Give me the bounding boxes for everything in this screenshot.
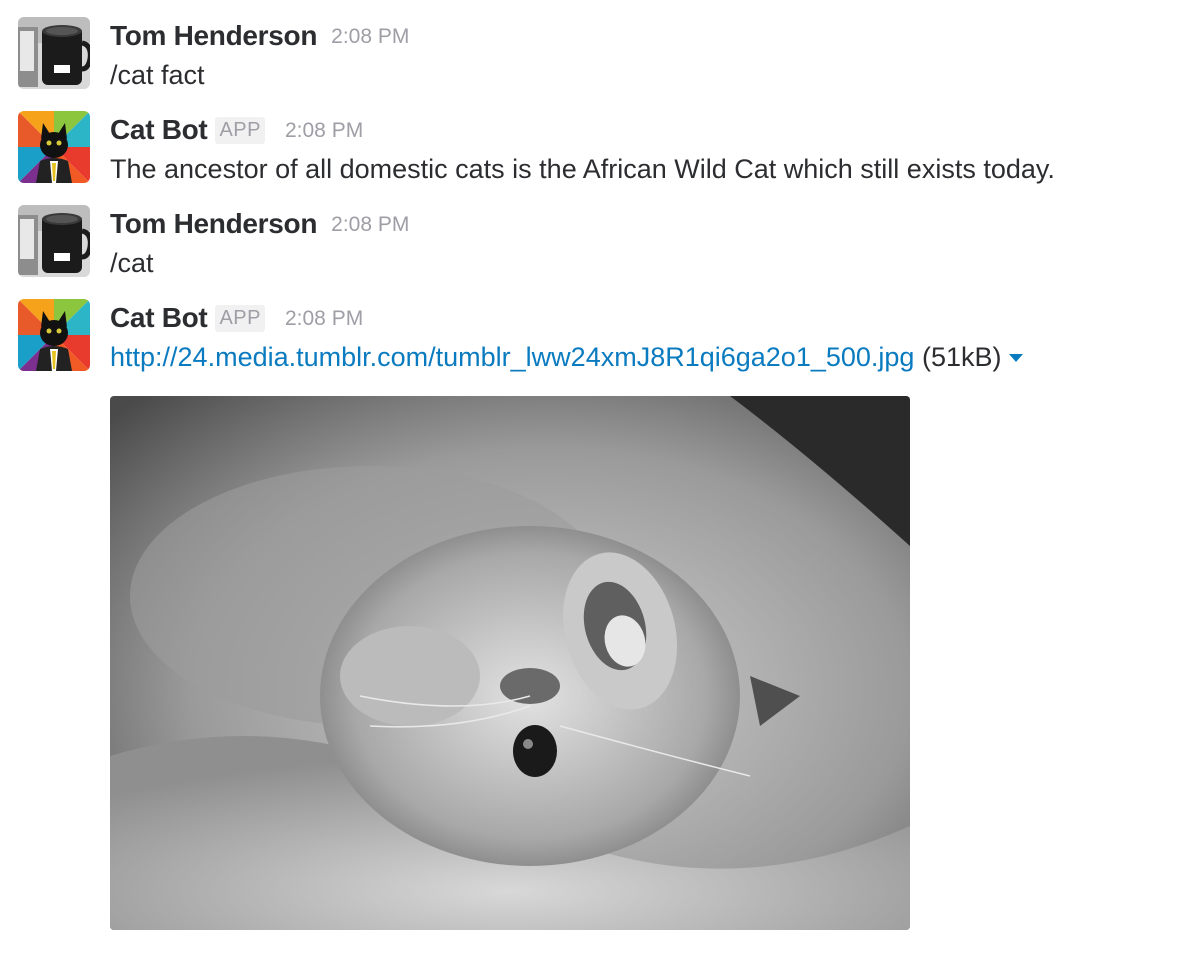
business-cat-avatar-icon [18, 299, 90, 371]
app-badge: APP [215, 117, 265, 144]
message-item: Cat Bot APP 2:08 PM The ancestor of all do… [0, 111, 1198, 194]
coffee-mug-avatar-icon [18, 205, 90, 277]
message-header: Cat Bot APP 2:08 PM [110, 302, 363, 342]
coffee-mug-avatar-icon [18, 17, 90, 89]
message-text: http://24.media.tumblr.com/tumblr_lww24x… [110, 342, 1024, 373]
message-feed: Tom Henderson 2:08 PM /cat fact Cat Bot … [0, 0, 1198, 960]
author-name[interactable]: Cat Bot [110, 114, 208, 145]
timestamp[interactable]: 2:08 PM [285, 119, 363, 142]
avatar[interactable] [18, 205, 90, 277]
message-header: Tom Henderson 2:08 PM [110, 20, 409, 60]
author-name[interactable]: Tom Henderson [110, 20, 317, 51]
message-item: Tom Henderson 2:08 PM /cat fact [0, 17, 1198, 100]
message-text: The ancestor of all domestic cats is the… [110, 154, 1055, 184]
avatar[interactable] [18, 299, 90, 371]
avatar[interactable] [18, 111, 90, 183]
kitten-photo [110, 396, 910, 930]
file-size: (51kB) [921, 342, 1002, 372]
timestamp[interactable]: 2:08 PM [285, 307, 363, 330]
message-header: Cat Bot APP 2:08 PM [110, 114, 363, 154]
attachment-link[interactable]: http://24.media.tumblr.com/tumblr_lww24x… [110, 342, 914, 372]
author-name[interactable]: Cat Bot [110, 302, 208, 333]
app-badge: APP [215, 305, 265, 332]
message-header: Tom Henderson 2:08 PM [110, 208, 409, 248]
message-item: Tom Henderson 2:08 PM /cat [0, 205, 1198, 288]
avatar[interactable] [18, 17, 90, 89]
message-text: /cat fact [110, 60, 205, 90]
timestamp[interactable]: 2:08 PM [331, 25, 409, 48]
chevron-down-icon[interactable] [1009, 354, 1024, 362]
author-name[interactable]: Tom Henderson [110, 208, 317, 239]
timestamp[interactable]: 2:08 PM [331, 213, 409, 236]
message-text: /cat [110, 248, 154, 278]
business-cat-avatar-icon [18, 111, 90, 183]
attachment-image[interactable] [110, 396, 910, 930]
